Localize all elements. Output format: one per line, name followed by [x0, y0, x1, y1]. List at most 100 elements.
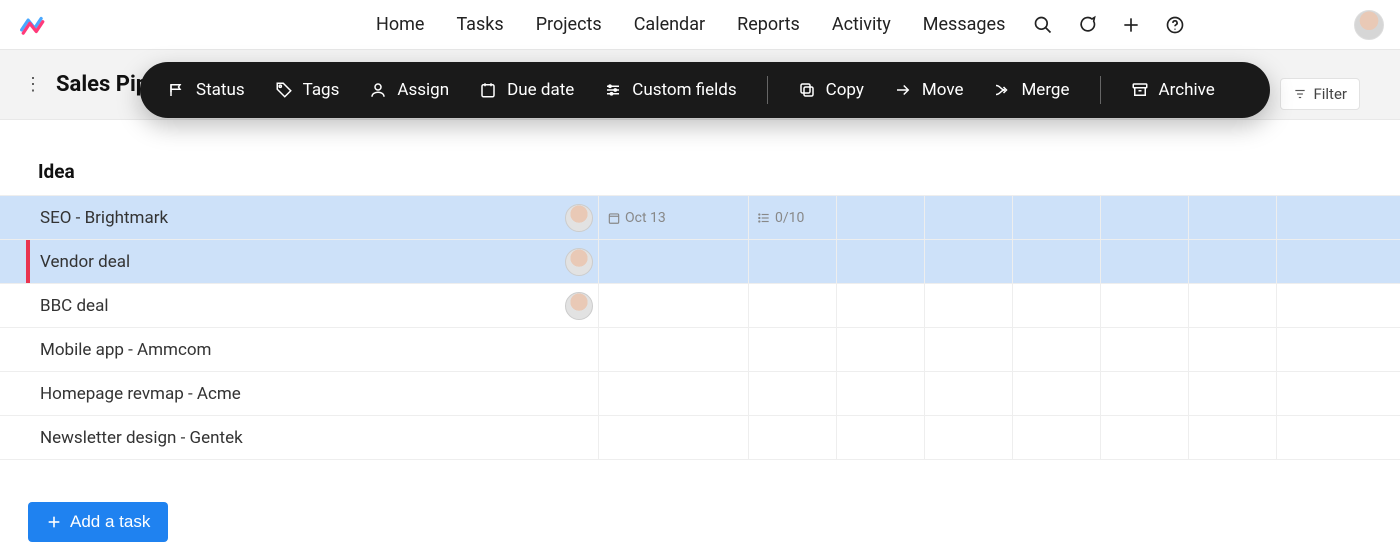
app-logo[interactable] — [20, 12, 46, 38]
empty-cell — [836, 416, 924, 459]
empty-cell — [1100, 196, 1188, 239]
action-due-label: Due date — [507, 80, 574, 100]
action-separator-2 — [1100, 76, 1101, 104]
content-area: Idea SEO - Brightmark Oct 13 0/10 Vendor de… — [0, 120, 1400, 542]
action-custom-fields[interactable]: Custom fields — [604, 80, 736, 100]
action-tags[interactable]: Tags — [275, 80, 340, 100]
task-name[interactable]: Homepage revmap - Acme — [0, 384, 560, 404]
filter-button[interactable]: Filter — [1280, 78, 1360, 110]
calendar-icon — [607, 211, 621, 225]
task-list: SEO - Brightmark Oct 13 0/10 Vendor deal BBC… — [0, 195, 1400, 460]
empty-cell — [1188, 328, 1276, 371]
due-date-text: Oct 13 — [625, 210, 666, 226]
chat-icon[interactable] — [1077, 15, 1097, 35]
nav-icon-group — [1033, 15, 1185, 35]
empty-cell — [1188, 240, 1276, 283]
task-row[interactable]: Vendor deal — [0, 240, 1400, 284]
action-move[interactable]: Move — [894, 80, 964, 100]
assignee-cell[interactable] — [560, 248, 598, 276]
due-date-cell[interactable] — [598, 372, 748, 415]
project-title: Sales Pip — [56, 72, 148, 97]
task-row[interactable]: BBC deal — [0, 284, 1400, 328]
list-icon — [757, 211, 771, 225]
checklist-cell[interactable] — [748, 328, 836, 371]
empty-cell — [1100, 284, 1188, 327]
search-icon[interactable] — [1033, 15, 1053, 35]
task-name[interactable]: Mobile app - Ammcom — [0, 340, 560, 360]
section-title: Idea — [0, 146, 1400, 195]
assignee-avatar[interactable] — [565, 204, 593, 232]
action-move-label: Move — [922, 80, 964, 100]
due-date-cell[interactable] — [598, 240, 748, 283]
nav-messages[interactable]: Messages — [923, 14, 1006, 35]
task-name[interactable]: Newsletter design - Gentek — [0, 428, 560, 448]
empty-cell — [1012, 328, 1100, 371]
checklist-cell[interactable] — [748, 284, 836, 327]
filter-label: Filter — [1313, 85, 1347, 103]
add-task-button[interactable]: Add a task — [28, 502, 168, 542]
empty-cell — [836, 240, 924, 283]
empty-cell — [1012, 240, 1100, 283]
empty-cell — [1188, 416, 1276, 459]
action-tags-label: Tags — [303, 80, 340, 100]
task-row[interactable]: SEO - Brightmark Oct 13 0/10 — [0, 196, 1400, 240]
action-assign[interactable]: Assign — [369, 80, 449, 100]
main-nav: Home Tasks Projects Calendar Reports Act… — [376, 14, 1005, 35]
user-avatar[interactable] — [1354, 10, 1384, 40]
task-name[interactable]: SEO - Brightmark — [0, 208, 560, 228]
action-merge[interactable]: Merge — [993, 80, 1069, 100]
empty-cell — [836, 196, 924, 239]
empty-cell — [924, 372, 1012, 415]
due-date-cell[interactable]: Oct 13 — [598, 196, 748, 239]
due-date-cell[interactable] — [598, 328, 748, 371]
drag-handle-icon[interactable]: ⋮ — [24, 76, 42, 94]
empty-cell — [1188, 284, 1276, 327]
nav-home[interactable]: Home — [376, 14, 424, 35]
task-name[interactable]: Vendor deal — [0, 252, 560, 272]
due-date-cell[interactable] — [598, 284, 748, 327]
checklist-cell[interactable] — [748, 416, 836, 459]
nav-calendar[interactable]: Calendar — [634, 14, 705, 35]
assignee-cell[interactable] — [560, 292, 598, 320]
nav-tasks[interactable]: Tasks — [456, 14, 503, 35]
add-icon[interactable] — [1121, 15, 1141, 35]
empty-cell — [924, 284, 1012, 327]
empty-cell — [836, 372, 924, 415]
empty-cell — [1100, 240, 1188, 283]
nav-reports[interactable]: Reports — [737, 14, 800, 35]
help-icon[interactable] — [1165, 15, 1185, 35]
empty-cell — [836, 284, 924, 327]
task-row[interactable]: Newsletter design - Gentek — [0, 416, 1400, 460]
empty-cell — [1276, 196, 1364, 239]
checklist-cell[interactable] — [748, 372, 836, 415]
empty-cell — [924, 328, 1012, 371]
action-due-date[interactable]: Due date — [479, 80, 574, 100]
empty-cell — [1100, 328, 1188, 371]
task-row[interactable]: Mobile app - Ammcom — [0, 328, 1400, 372]
checklist-cell[interactable] — [748, 240, 836, 283]
assignee-avatar[interactable] — [565, 248, 593, 276]
top-nav: Home Tasks Projects Calendar Reports Act… — [0, 0, 1400, 50]
add-task-label: Add a task — [70, 512, 150, 532]
empty-cell — [1012, 416, 1100, 459]
assignee-cell[interactable] — [560, 204, 598, 232]
action-assign-label: Assign — [397, 80, 449, 100]
action-status[interactable]: Status — [168, 80, 245, 100]
action-separator — [767, 76, 768, 104]
empty-cell — [1276, 416, 1364, 459]
action-copy-label: Copy — [826, 80, 864, 100]
action-archive[interactable]: Archive — [1131, 80, 1215, 100]
task-name[interactable]: BBC deal — [0, 296, 560, 316]
action-copy[interactable]: Copy — [798, 80, 864, 100]
due-date-cell[interactable] — [598, 416, 748, 459]
empty-cell — [1276, 372, 1364, 415]
task-row[interactable]: Homepage revmap - Acme — [0, 372, 1400, 416]
empty-cell — [1188, 196, 1276, 239]
nav-activity[interactable]: Activity — [832, 14, 891, 35]
empty-cell — [836, 328, 924, 371]
empty-cell — [1276, 328, 1364, 371]
nav-projects[interactable]: Projects — [536, 14, 602, 35]
assignee-avatar[interactable] — [565, 292, 593, 320]
empty-cell — [1276, 284, 1364, 327]
checklist-cell[interactable]: 0/10 — [748, 196, 836, 239]
